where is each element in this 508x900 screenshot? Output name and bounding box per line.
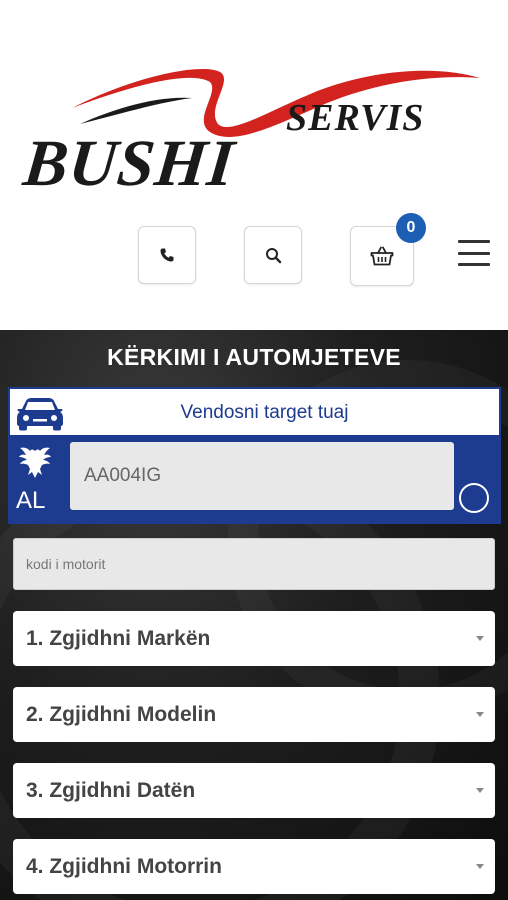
phone-button[interactable] bbox=[138, 226, 196, 284]
logo-bushi-text: BUSHI bbox=[20, 127, 239, 200]
plate-hint: Vendosni target tuaj bbox=[180, 402, 349, 423]
cart-button[interactable]: 0 bbox=[350, 213, 426, 286]
select-engine-label: 4. Zgjidhni Motorrin bbox=[26, 854, 222, 878]
hamburger-icon-line bbox=[458, 240, 490, 243]
vehicle-search-panel: KËRKIMI I AUTOMJETEVE Vendosni target tu… bbox=[0, 330, 508, 900]
caret-down-icon bbox=[476, 788, 484, 793]
search-icon bbox=[265, 247, 281, 263]
plate-submit-circle[interactable] bbox=[459, 483, 489, 513]
basket-icon bbox=[370, 246, 394, 266]
select-brand-label: 1. Zgjidhni Markën bbox=[26, 626, 211, 650]
site-header: SERVIS BUSHI 0 bbox=[0, 0, 508, 330]
search-button[interactable] bbox=[244, 226, 302, 284]
select-model[interactable]: 2. Zgjidhni Modelin bbox=[13, 687, 495, 742]
caret-down-icon bbox=[476, 712, 484, 717]
country-code: AL bbox=[16, 487, 46, 514]
engine-code-input[interactable]: kodi i motorit bbox=[13, 538, 495, 590]
select-date-label: 3. Zgjidhni Datën bbox=[26, 778, 196, 802]
search-title: KËRKIMI I AUTOMJETEVE bbox=[107, 344, 401, 370]
select-model-label: 2. Zgjidhni Modelin bbox=[26, 702, 217, 726]
caret-down-icon bbox=[476, 636, 484, 641]
plate-strip: AL AA004IG bbox=[10, 435, 499, 522]
select-engine[interactable]: 4. Zgjidhni Motorrin bbox=[13, 839, 495, 894]
albanian-eagle-icon bbox=[19, 447, 51, 478]
plate-number-input[interactable]: AA004IG bbox=[70, 442, 454, 510]
hamburger-icon-line bbox=[458, 263, 490, 266]
hamburger-icon-line bbox=[458, 251, 490, 255]
select-date[interactable]: 3. Zgjidhni Datën bbox=[13, 763, 495, 818]
cart-count-badge: 0 bbox=[396, 213, 426, 243]
select-brand[interactable]: 1. Zgjidhni Markën bbox=[13, 611, 495, 666]
bushi-servis-logo[interactable]: SERVIS BUSHI bbox=[20, 50, 490, 200]
logo-servis-text: SERVIS bbox=[286, 97, 425, 139]
license-plate-search: Vendosni target tuaj AL AA004IG bbox=[8, 387, 501, 524]
phone-icon bbox=[160, 248, 174, 262]
caret-down-icon bbox=[476, 864, 484, 869]
menu-button[interactable] bbox=[458, 240, 490, 266]
